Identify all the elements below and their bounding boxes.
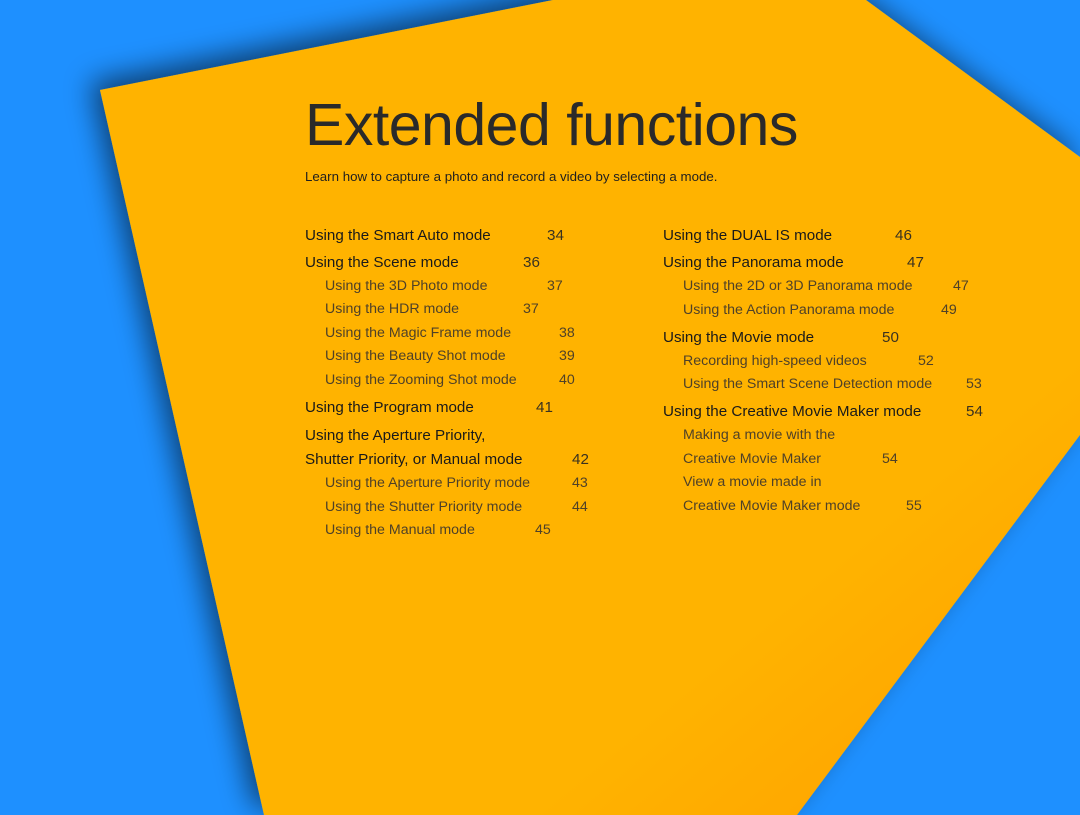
toc-entry-page: 54 bbox=[882, 451, 898, 467]
toc-entry-page: 37 bbox=[523, 301, 539, 317]
toc-entry-label: Using the Manual mode bbox=[325, 522, 475, 538]
toc-entry-page: 49 bbox=[941, 302, 957, 318]
toc-entry-label: Recording high-speed videos bbox=[683, 353, 867, 369]
toc-entry-page: 46 bbox=[895, 227, 912, 244]
page-title: Extended functions bbox=[305, 92, 798, 158]
toc-entry-label: Using the Smart Auto mode bbox=[305, 227, 491, 244]
toc-entry-page: 47 bbox=[953, 278, 969, 294]
toc-entry-page: 55 bbox=[906, 498, 922, 514]
toc-entry-label: Using the Smart Scene Detection mode bbox=[683, 376, 933, 392]
toc-entry-page: 42 bbox=[572, 451, 589, 468]
toc-entry-page: 54 bbox=[966, 403, 983, 420]
toc-entry-label: Using the Movie mode bbox=[663, 329, 815, 346]
page-subtitle: Learn how to capture a photo and record … bbox=[305, 169, 718, 184]
toc-entry-label: Using the Aperture Priority, bbox=[305, 427, 486, 444]
toc-entry-page: 37 bbox=[547, 278, 563, 294]
toc-entry-page: 34 bbox=[547, 227, 564, 244]
toc-entry-label: Using the 3D Photo mode bbox=[325, 278, 488, 294]
toc-entry-label: Using the Zooming Shot mode bbox=[325, 372, 517, 388]
toc-entry-label: Using the Magic Frame mode bbox=[325, 325, 512, 341]
toc-entry-label: Using the Panorama mode bbox=[663, 254, 844, 271]
toc-entry-label: Using the HDR mode bbox=[325, 301, 460, 317]
toc-entry-label: Making a movie with the bbox=[683, 427, 836, 443]
toc-entry-page: 52 bbox=[918, 353, 934, 369]
toc-entry-label: Shutter Priority, or Manual mode bbox=[305, 451, 523, 468]
toc-entry-label: View a movie made in bbox=[683, 474, 822, 490]
toc-entry-page: 36 bbox=[523, 254, 540, 271]
toc-entry-label: Using the Shutter Priority mode bbox=[325, 499, 523, 515]
toc-entry-label: Using the Beauty Shot mode bbox=[325, 348, 506, 364]
toc-entry-label: Using the Creative Movie Maker mode bbox=[663, 403, 922, 420]
toc-entry-page: 38 bbox=[559, 325, 575, 341]
toc-entry-label: Using the Action Panorama mode bbox=[683, 302, 895, 318]
toc-entry-page: 47 bbox=[907, 254, 924, 271]
toc-entry-label: Using the 2D or 3D Panorama mode bbox=[683, 278, 913, 294]
toc-entry-label: Using the Program mode bbox=[305, 399, 474, 416]
toc-entry-label: Using the Scene mode bbox=[305, 254, 459, 271]
toc-entry-page: 40 bbox=[559, 372, 575, 388]
toc-entry-label: Creative Movie Maker bbox=[683, 451, 821, 467]
toc-entry-label: Using the DUAL IS mode bbox=[663, 227, 833, 244]
toc-entry-page: 44 bbox=[572, 499, 588, 515]
toc-entry-page: 45 bbox=[535, 522, 551, 538]
toc-entry-page: 50 bbox=[882, 329, 899, 346]
toc-entry-page: 53 bbox=[966, 376, 982, 392]
toc-entry-page: 43 bbox=[572, 475, 588, 491]
toc-entry-page: 41 bbox=[536, 399, 553, 416]
toc-entry-label: Using the Aperture Priority mode bbox=[325, 475, 531, 491]
toc-entry-page: 39 bbox=[559, 348, 575, 364]
toc-entry-label: Creative Movie Maker mode bbox=[683, 498, 861, 514]
